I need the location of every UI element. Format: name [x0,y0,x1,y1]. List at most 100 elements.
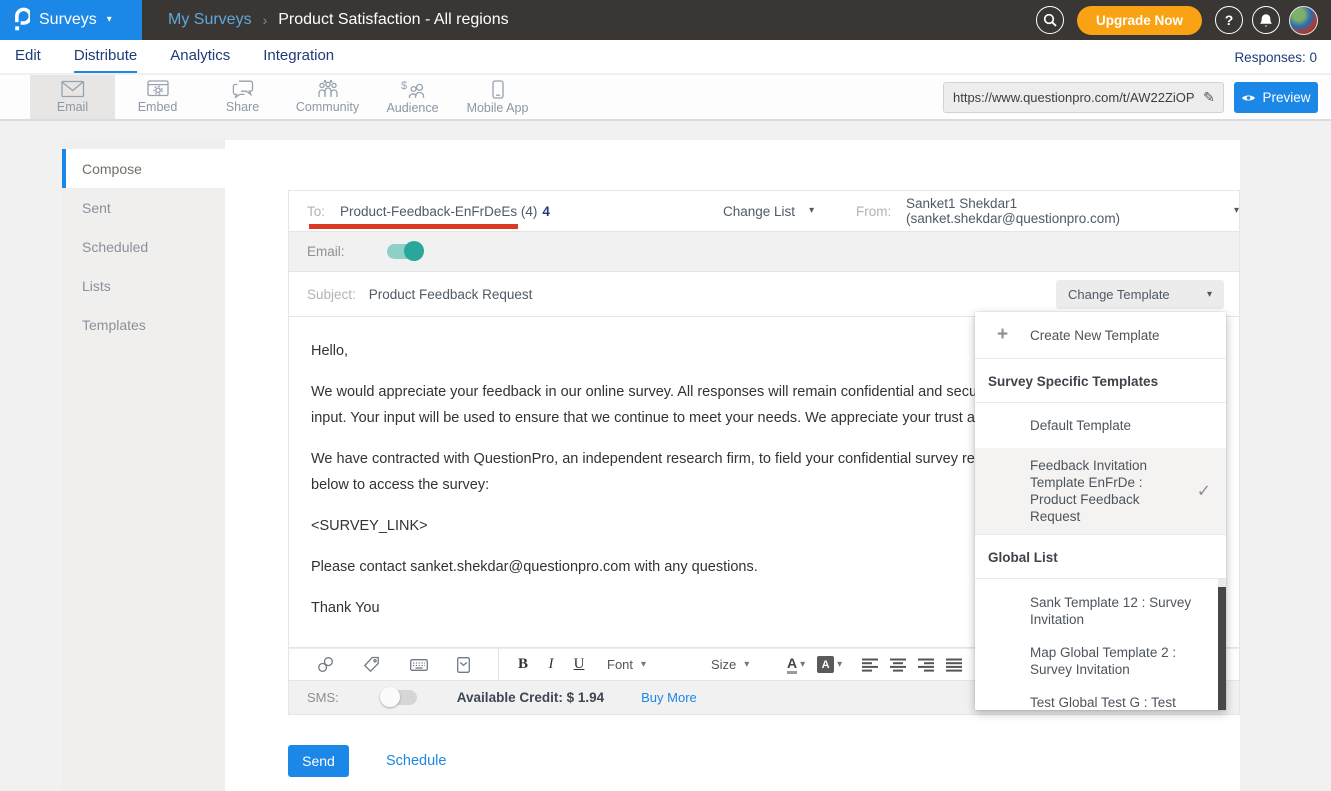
highlight-color-button[interactable]: A ▾ [817,656,842,673]
email-sidebar: Compose Sent Scheduled Lists Templates [62,140,225,791]
scrollbar-track[interactable] [1218,579,1226,710]
email-toggle[interactable] [387,244,421,259]
sms-toggle-label: SMS: [307,690,339,705]
bell-icon [1259,13,1273,28]
sidebar-item-lists[interactable]: Lists [62,266,225,305]
channel-tab-embed[interactable]: Embed [115,75,200,119]
channel-tab-audience[interactable]: $ Audience [370,75,455,119]
font-select-label: Font [607,657,633,672]
to-recipient-count: 4 [542,204,550,219]
size-select-label: Size [711,657,736,672]
alignment-group [862,657,962,673]
product-switcher[interactable]: Surveys ▾ [0,0,142,40]
breadcrumb-current-survey: Product Satisfaction - All regions [278,11,508,29]
from-label: From: [856,204,891,219]
test-email-icon[interactable] [457,657,470,673]
channel-tab-mobile-app[interactable]: Mobile App [455,75,540,119]
toggle-knob [404,241,424,261]
eye-icon [1241,93,1256,103]
align-left-icon[interactable] [862,657,878,673]
sidebar-item-scheduled[interactable]: Scheduled [62,227,225,266]
channel-tab-label: Audience [386,101,438,115]
preview-button[interactable]: Preview [1234,82,1318,113]
text-color-icon: A [787,656,797,674]
sidebar-item-templates[interactable]: Templates [62,305,225,344]
template-item-selected[interactable]: Feedback Invitation Template EnFrDe : Pr… [975,448,1226,534]
from-sender-dropdown[interactable]: Sanket1 Shekdar1 (sanket.shekdar@questio… [906,196,1239,226]
breadcrumb: My Surveys › Product Satisfaction - All … [168,11,509,29]
change-template-button[interactable]: Change Template ▾ [1056,280,1224,309]
product-menu-label: Surveys [39,11,97,29]
channel-tab-share[interactable]: Share [200,75,285,119]
buy-more-link[interactable]: Buy More [641,690,697,705]
search-button[interactable] [1036,6,1064,34]
font-size-select[interactable]: Size ▾ [711,657,773,672]
tab-integration[interactable]: Integration [263,47,334,73]
plus-icon: + [975,324,1030,346]
sms-toggle[interactable] [383,690,417,705]
notifications-button[interactable] [1252,6,1280,34]
template-item-default[interactable]: Default Template [975,403,1226,448]
keyboard-icon[interactable] [410,659,428,671]
channel-tab-email[interactable]: Email [30,75,115,119]
chevron-down-icon: ▾ [1207,290,1212,300]
tab-edit[interactable]: Edit [15,47,41,73]
template-item-global[interactable]: Map Global Template 2 : Survey Invitatio… [975,644,1226,678]
preview-label: Preview [1262,90,1310,105]
app-root: Surveys ▾ My Surveys › Product Satisfact… [0,0,1331,791]
survey-nav: Edit Distribute Analytics Integration Re… [0,40,1331,74]
font-family-select[interactable]: Font ▾ [607,657,699,672]
change-list-dropdown[interactable]: Change List ▾ [723,204,814,219]
create-new-template-item[interactable]: + Create New Template [975,312,1226,358]
chevron-down-icon: ▾ [641,660,646,670]
survey-specific-templates-header: Survey Specific Templates [975,359,1226,402]
template-item-global[interactable]: Test Global Test G : Test RAA G [975,694,1226,710]
tab-distribute[interactable]: Distribute [74,47,137,73]
channel-tab-label: Mobile App [467,101,529,115]
align-justify-icon[interactable] [946,657,962,673]
sidebar-item-compose[interactable]: Compose [62,149,225,188]
change-list-label: Change List [723,204,795,219]
chevron-down-icon: ▾ [837,660,842,670]
italic-button[interactable]: I [537,656,565,673]
sidebar-item-sent[interactable]: Sent [62,188,225,227]
send-button[interactable]: Send [288,745,349,777]
mobile-phone-icon [492,80,504,99]
svg-text:$: $ [401,80,407,92]
breadcrumb-my-surveys[interactable]: My Surveys [168,11,252,29]
bold-button[interactable]: B [509,656,537,673]
channel-tab-label: Share [226,100,259,114]
insert-link-icon[interactable] [317,656,334,673]
editor-insert-group [289,649,499,680]
people-group-icon [316,80,340,98]
channel-tab-community[interactable]: Community [285,75,370,119]
toggle-knob [380,687,400,707]
subject-value[interactable]: Product Feedback Request [369,287,533,302]
breadcrumb-separator-icon: › [263,12,268,28]
survey-url-value[interactable]: https://www.questionpro.com/t/AW22ZiOP [944,90,1195,105]
create-new-template-label: Create New Template [1030,328,1160,343]
upgrade-now-button[interactable]: Upgrade Now [1077,6,1202,35]
recipients-row: To: Product-Feedback-EnFrDeEs (4) 4 Chan… [288,190,1240,232]
email-toggle-row: Email: [288,232,1240,272]
to-label: To: [307,204,325,219]
global-list-header: Global List [975,535,1226,578]
merge-tag-icon[interactable] [363,656,380,673]
template-item-global[interactable]: Sank Template 12 : Survey Invitation [975,594,1226,628]
align-right-icon[interactable] [918,657,934,673]
align-center-icon[interactable] [890,657,906,673]
scrollbar-thumb[interactable] [1218,587,1226,710]
chevron-down-icon: ▾ [800,660,805,670]
schedule-link[interactable]: Schedule [386,753,446,769]
channel-tab-label: Email [57,100,88,114]
responses-count: Responses: 0 [1234,50,1331,73]
help-button[interactable]: ? [1215,6,1243,34]
survey-url-field[interactable]: https://www.questionpro.com/t/AW22ZiOP ✎ [943,82,1224,113]
text-color-button[interactable]: A ▾ [787,656,805,674]
tab-analytics[interactable]: Analytics [170,47,230,73]
to-list-value[interactable]: Product-Feedback-EnFrDeEs (4) [340,204,537,219]
search-icon [1043,13,1057,27]
user-avatar[interactable] [1289,6,1318,35]
edit-url-pencil-icon[interactable]: ✎ [1195,89,1223,106]
underline-button[interactable]: U [565,656,593,673]
